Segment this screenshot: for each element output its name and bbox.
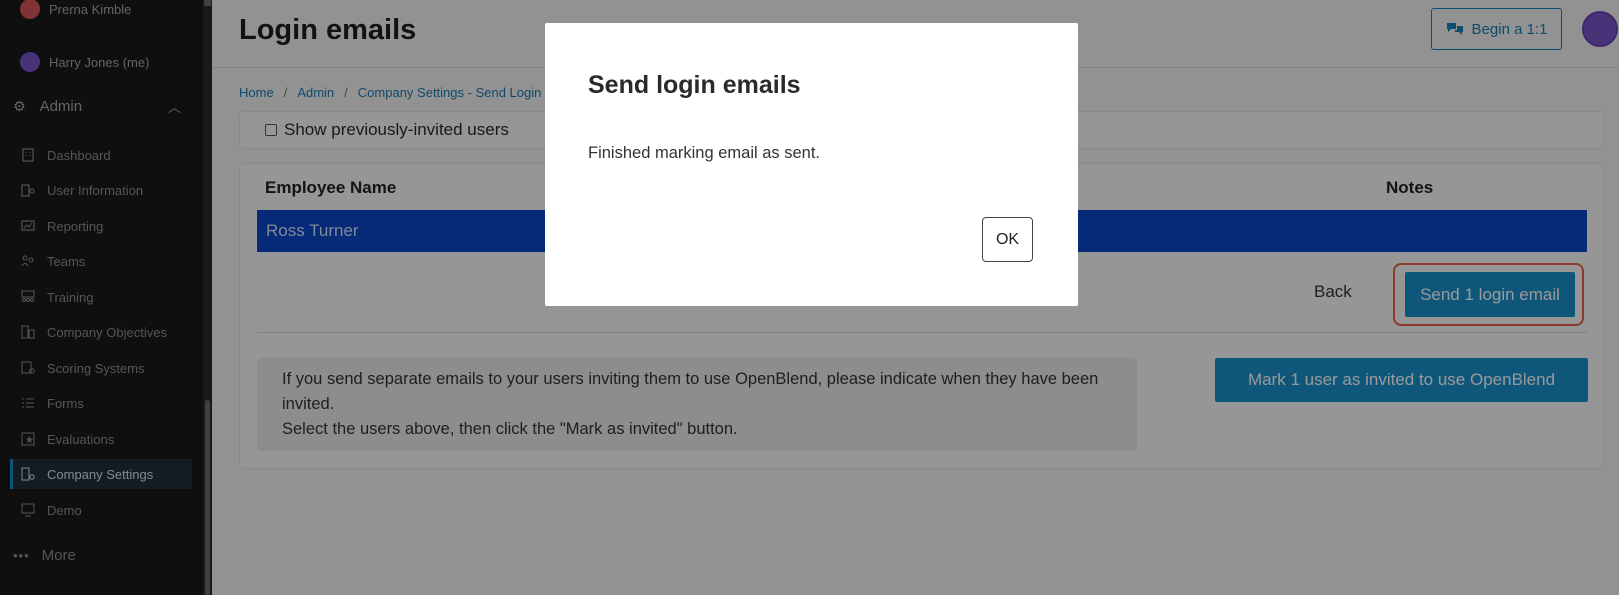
send-login-emails-dialog: Send login emails Finished marking email… (545, 23, 1078, 306)
dialog-message: Finished marking email as sent. (588, 144, 821, 162)
dialog-title: Send login emails (588, 71, 801, 99)
ok-button[interactable]: OK (982, 217, 1033, 262)
